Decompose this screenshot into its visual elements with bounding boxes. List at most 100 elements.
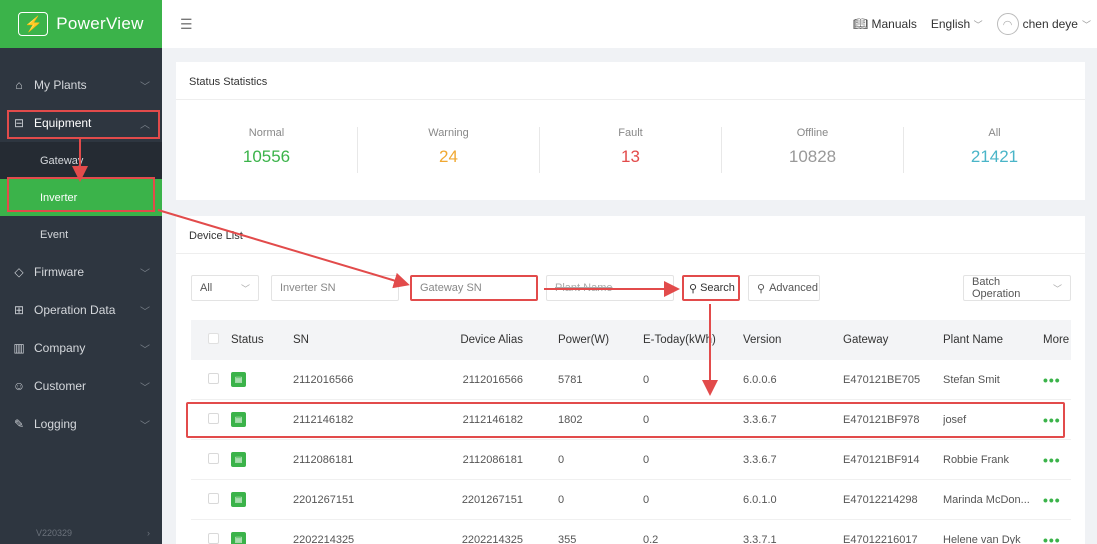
status-stats: Normal 10556 Warning 24 Fault 13 Offline 10828 A…: [176, 100, 1085, 200]
more-icon: •••: [1043, 531, 1061, 544]
table-row[interactable]: ▤ 2201267151 2201267151 0 0 6.0.1.0 E470122142…: [191, 480, 1071, 520]
stat-label: Normal: [248, 127, 285, 139]
chevron-down-icon: ﹀: [240, 283, 250, 294]
column-header-sn[interactable]: SN: [293, 334, 423, 346]
chevron-down-icon: ﹀: [1052, 283, 1062, 294]
table-row[interactable]: ▤ 2112086181 2112086181 0 0 3.3.6.7 E470121BF9…: [191, 440, 1071, 480]
column-header-status[interactable]: Status: [231, 334, 293, 346]
sidebar-item-label: Customer: [34, 379, 87, 393]
cell-etoday: 0: [643, 453, 650, 466]
advanced-button[interactable]: ⚲ Advanced: [748, 275, 820, 301]
device-list-card: Device List All ﹀ Inverter SN Gateway SN…: [176, 216, 1085, 544]
sidebar-item-operation-data[interactable]: ⊞ Operation Data ﹀: [0, 291, 162, 329]
cell-plant-name: Stefan Smit: [943, 373, 1000, 386]
cell-sn[interactable]: 2112086181: [293, 454, 423, 466]
sidebar-item-label: My Plants: [34, 78, 87, 92]
row-checkbox[interactable]: [191, 412, 231, 427]
cell-gateway: E47012214298: [843, 493, 918, 506]
more-actions-button[interactable]: •••: [1033, 492, 1071, 508]
column-header-device-alias[interactable]: Device Alias: [423, 334, 523, 346]
more-actions-button[interactable]: •••: [1033, 412, 1071, 428]
row-checkbox[interactable]: [191, 372, 231, 387]
cell-etoday: 0: [643, 373, 650, 386]
status-badge: ▤: [231, 452, 293, 467]
row-checkbox[interactable]: [191, 532, 231, 544]
logo-icon: ⚡: [18, 12, 49, 36]
type-select-value: All: [200, 282, 213, 294]
more-actions-button[interactable]: •••: [1033, 452, 1071, 468]
search-button[interactable]: ⚲ Search: [682, 275, 740, 301]
logo[interactable]: ⚡ PowerView: [0, 0, 162, 48]
table-row[interactable]: ▤ 2112016566 2112016566 5781 0 6.0.0.6 E470121…: [191, 360, 1071, 400]
cell-version: 3.3.7.1: [743, 533, 777, 544]
row-checkbox[interactable]: [191, 492, 231, 507]
row-checkbox[interactable]: [191, 452, 231, 467]
inverter-sn-input[interactable]: Inverter SN: [271, 275, 399, 301]
stat-offline[interactable]: Offline 10828: [722, 127, 904, 173]
inverter-status-icon: ▤: [231, 532, 246, 544]
cell-sn[interactable]: 2201267151: [293, 494, 423, 506]
search-icon: ⚲: [757, 282, 766, 295]
chevron-right-icon[interactable]: ›: [147, 528, 150, 538]
cell-gateway: E470121BF978: [843, 413, 920, 426]
cell-etoday: 0.2: [643, 533, 659, 544]
cell-plant-name: Marinda McDon...: [943, 493, 1030, 506]
logging-icon: ✎: [13, 417, 25, 431]
sidebar-item-equipment[interactable]: ⊟ Equipment ︿: [0, 104, 162, 142]
book-icon: 📖︎: [852, 17, 869, 31]
more-icon: •••: [1043, 451, 1061, 468]
version-label: V220329: [36, 528, 73, 538]
status-statistics-title: Status Statistics: [176, 62, 1085, 100]
cell-version: 3.3.6.7: [743, 453, 777, 466]
manuals-link[interactable]: 📖︎ Manuals: [853, 17, 917, 31]
sidebar-item-logging[interactable]: ✎ Logging ﹀: [0, 405, 162, 443]
cell-sn[interactable]: 2112146182: [293, 414, 423, 426]
sidebar-item-customer[interactable]: ☺ Customer ﹀: [0, 367, 162, 405]
column-header-power[interactable]: Power(W): [523, 334, 643, 346]
type-select[interactable]: All ﹀: [191, 275, 259, 301]
cell-device-alias: 2112146182: [462, 413, 523, 426]
sidebar-item-label: Operation Data: [34, 303, 116, 317]
sidebar-item-my-plants[interactable]: ⌂ My Plants ﹀: [0, 66, 162, 104]
stat-all[interactable]: All 21421: [904, 127, 1085, 173]
advanced-label: Advanced: [769, 282, 818, 294]
stat-warning[interactable]: Warning 24: [358, 127, 540, 173]
sidebar-subitem-inverter[interactable]: Inverter: [0, 179, 162, 216]
gateway-sn-input[interactable]: Gateway SN: [410, 275, 538, 301]
chevron-down-icon: ﹀: [1081, 19, 1091, 30]
sidebar-item-firmware[interactable]: ◇ Firmware ﹀: [0, 253, 162, 291]
more-actions-button[interactable]: •••: [1033, 532, 1071, 544]
language-select[interactable]: English ﹀: [931, 17, 983, 31]
app-root: ⚡ PowerView ⌂ My Plants ﹀ ⊟ Equipment ︿ …: [0, 0, 1097, 544]
cell-power: 1802: [558, 413, 583, 426]
stat-normal[interactable]: Normal 10556: [176, 127, 358, 173]
batch-operation-select[interactable]: Batch Operation ﹀: [963, 275, 1071, 301]
stat-fault[interactable]: Fault 13: [540, 127, 722, 173]
column-header-version[interactable]: Version: [743, 334, 843, 346]
cell-device-alias: 2202214325: [461, 533, 523, 544]
cell-gateway: E470121BE705: [843, 373, 921, 386]
cell-power: 0: [558, 493, 565, 506]
menu-toggle-icon[interactable]: ☰: [180, 16, 193, 33]
chevron-down-icon: ﹀: [140, 420, 150, 432]
filter-bar: All ﹀ Inverter SN Gateway SN Plant Name …: [191, 275, 1071, 301]
top-header: ☰ 📖︎ Manuals English ﹀ ◠ chen deye ﹀: [162, 0, 1097, 48]
cell-sn[interactable]: 2112016566: [293, 374, 423, 386]
stat-value: 13: [621, 147, 640, 166]
more-actions-button[interactable]: •••: [1033, 372, 1071, 388]
more-icon: •••: [1043, 371, 1061, 388]
column-header-plant-name[interactable]: Plant Name: [943, 334, 1033, 346]
select-all-checkbox[interactable]: [191, 333, 231, 347]
sidebar-item-company[interactable]: ▥ Company ﹀: [0, 329, 162, 367]
table-row[interactable]: ▤ 2202214325 2202214325 355 0.2 3.3.7.1 E47012…: [191, 520, 1071, 544]
table-row[interactable]: ▤ 2112146182 2112146182 1802 0 3.3.6.7 E470121…: [191, 400, 1071, 440]
user-menu[interactable]: ◠ chen deye ﹀: [996, 13, 1091, 35]
sidebar-subitem-gateway[interactable]: Gateway: [0, 142, 162, 179]
column-header-gateway[interactable]: Gateway: [843, 334, 943, 346]
device-list-title: Device List: [176, 216, 1085, 254]
sidebar-subitem-event[interactable]: Event: [0, 216, 162, 253]
cell-sn[interactable]: 2202214325: [293, 534, 423, 544]
cell-plant-name: Helene van Dyk: [943, 533, 1021, 544]
column-header-etoday[interactable]: E-Today(kWh): [643, 334, 743, 346]
plant-name-input[interactable]: Plant Name: [546, 275, 674, 301]
